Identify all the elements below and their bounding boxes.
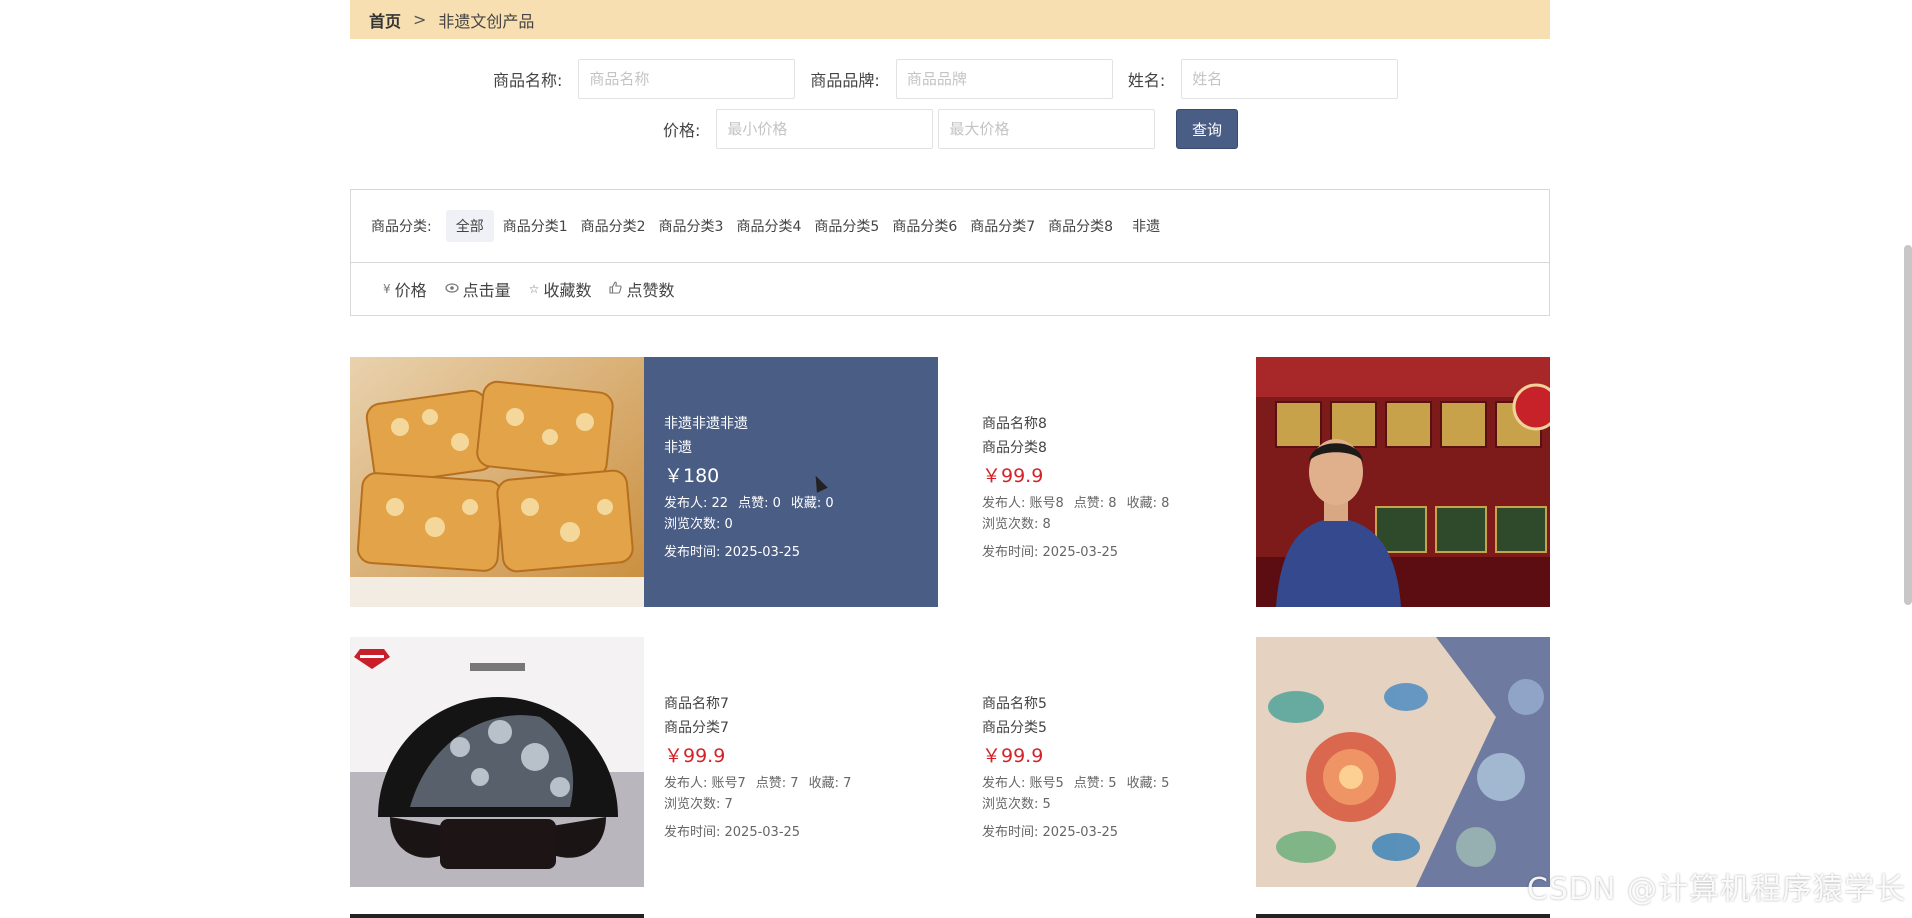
product-brand-input[interactable] xyxy=(895,59,1113,99)
product-stats: 发布人: 账号7 点赞: 7 收藏: 7 xyxy=(664,773,918,794)
category-item-7[interactable]: 商品分类7 xyxy=(966,210,1039,242)
category-item-2[interactable]: 商品分类2 xyxy=(577,210,650,242)
sort-by-clicks[interactable]: 点击量 xyxy=(445,277,511,301)
sort-clicks-label: 点击量 xyxy=(462,281,511,300)
product-name: 非遗非遗非遗 xyxy=(664,416,748,432)
product-price: ￥99.9 xyxy=(982,745,1044,767)
product-views: 浏览次数: 5 xyxy=(982,797,1051,812)
product-card-4[interactable]: 商品名称5 商品分类5 ￥99.9 发布人: 账号5 点赞: 5 收藏: 5 浏览次… xyxy=(962,637,1256,887)
price-label: 价格: xyxy=(663,121,701,140)
product-stats: 发布人: 账号8 点赞: 8 收藏: 8 xyxy=(982,493,1236,514)
breadcrumb: 首页 > 非遗文创产品 xyxy=(350,0,1550,39)
query-button[interactable]: 查询 xyxy=(1176,109,1238,149)
product-publisher: 发布人: 账号5 xyxy=(982,776,1064,791)
product-price: ￥99.9 xyxy=(664,745,726,767)
product-image-3[interactable] xyxy=(350,637,644,887)
sort-likes-label: 点赞数 xyxy=(626,281,675,300)
brand-label: 商品品牌: xyxy=(810,71,880,90)
sort-price-label: 价格 xyxy=(394,281,427,300)
category-item-feiyi[interactable]: 非遗 xyxy=(1128,210,1164,242)
product-name: 商品名称7 xyxy=(664,696,729,712)
sort-bar: ¥ 价格 点击量 ☆ 收藏数 点赞数 xyxy=(350,263,1550,316)
product-views: 浏览次数: 8 xyxy=(982,517,1051,532)
max-price-input[interactable] xyxy=(938,109,1156,149)
sort-favorites-label: 收藏数 xyxy=(543,281,592,300)
product-category: 非遗 xyxy=(664,440,692,456)
product-time: 发布时间: 2025-03-25 xyxy=(664,825,801,840)
product-time: 发布时间: 2025-03-25 xyxy=(664,545,801,560)
product-likes: 点赞: 0 xyxy=(738,496,781,511)
yen-icon: ¥ xyxy=(383,282,391,296)
product-favorites: 收藏: 7 xyxy=(808,776,852,791)
category-label: 商品分类: xyxy=(371,219,432,235)
next-row-edge xyxy=(350,914,644,918)
product-likes: 点赞: 5 xyxy=(1073,776,1117,791)
category-filter: 商品分类: 全部 商品分类1 商品分类2 商品分类3 商品分类4 商品分类5 商… xyxy=(350,189,1550,263)
watermark: CSDN @计算机程序猿学长 xyxy=(1526,872,1906,907)
star-icon: ☆ xyxy=(528,282,540,296)
product-price: ￥180 xyxy=(664,465,720,487)
product-price: ￥99.9 xyxy=(982,465,1044,487)
product-views: 浏览次数: 7 xyxy=(664,797,733,812)
product-favorites: 收藏: 0 xyxy=(790,496,834,511)
category-item-all[interactable]: 全部 xyxy=(445,210,494,242)
product-card-1[interactable]: 非遗非遗非遗 非遗 ￥180 发布人: 22 点赞: 0 收藏: 0 浏览次数: 0… xyxy=(644,357,938,607)
product-publisher: 发布人: 账号7 xyxy=(664,776,746,791)
product-favorites: 收藏: 5 xyxy=(1126,776,1170,791)
breadcrumb-current: 非遗文创产品 xyxy=(438,11,535,31)
product-stats: 发布人: 22 点赞: 0 收藏: 0 xyxy=(664,493,918,514)
name-label: 商品名称: xyxy=(493,71,563,90)
product-views: 浏览次数: 0 xyxy=(664,517,733,532)
search-row-1: 商品名称: 商品品牌: 姓名: xyxy=(493,59,1399,99)
product-publisher: 发布人: 22 xyxy=(664,496,729,511)
search-row-2: 价格: xyxy=(663,109,1156,149)
category-item-5[interactable]: 商品分类5 xyxy=(810,210,883,242)
product-favorites: 收藏: 8 xyxy=(1126,496,1170,511)
min-price-input[interactable] xyxy=(716,109,934,149)
category-item-8[interactable]: 商品分类8 xyxy=(1044,210,1117,242)
product-image-4[interactable] xyxy=(1256,637,1550,887)
category-item-4[interactable]: 商品分类4 xyxy=(732,210,805,242)
product-time: 发布时间: 2025-03-25 xyxy=(982,545,1119,560)
breadcrumb-separator: > xyxy=(413,10,427,29)
product-time: 发布时间: 2025-03-25 xyxy=(982,825,1119,840)
sort-by-favorites[interactable]: ☆ 收藏数 xyxy=(529,277,592,301)
sort-by-price[interactable]: ¥ 价格 xyxy=(383,277,427,301)
product-card-3[interactable]: 商品名称7 商品分类7 ￥99.9 发布人: 账号7 点赞: 7 收藏: 7 浏览次… xyxy=(644,637,938,887)
product-name: 商品名称8 xyxy=(982,416,1047,432)
thumbs-up-icon xyxy=(609,281,623,297)
category-item-1[interactable]: 商品分类1 xyxy=(499,210,572,242)
person-name-input[interactable] xyxy=(1181,59,1399,99)
category-item-3[interactable]: 商品分类3 xyxy=(655,210,728,242)
product-likes: 点赞: 8 xyxy=(1073,496,1117,511)
product-stats: 发布人: 账号5 点赞: 5 收藏: 5 xyxy=(982,773,1236,794)
product-category: 商品分类7 xyxy=(664,720,729,736)
next-row-edge xyxy=(1256,914,1550,918)
person-label: 姓名: xyxy=(1127,71,1166,90)
product-category: 商品分类5 xyxy=(982,720,1047,736)
product-category: 商品分类8 xyxy=(982,440,1047,456)
category-item-6[interactable]: 商品分类6 xyxy=(888,210,961,242)
product-publisher: 发布人: 账号8 xyxy=(982,496,1064,511)
eye-icon xyxy=(445,282,459,296)
product-likes: 点赞: 7 xyxy=(755,776,799,791)
product-image-1[interactable] xyxy=(350,357,644,607)
product-card-2[interactable]: 商品名称8 商品分类8 ￥99.9 发布人: 账号8 点赞: 8 收藏: 8 浏览次… xyxy=(962,357,1256,607)
product-name: 商品名称5 xyxy=(982,696,1047,712)
product-image-2[interactable] xyxy=(1256,357,1550,607)
scrollbar[interactable] xyxy=(1904,245,1912,605)
sort-by-likes[interactable]: 点赞数 xyxy=(609,277,674,301)
breadcrumb-home[interactable]: 首页 xyxy=(369,8,401,32)
product-name-input[interactable] xyxy=(578,59,796,99)
